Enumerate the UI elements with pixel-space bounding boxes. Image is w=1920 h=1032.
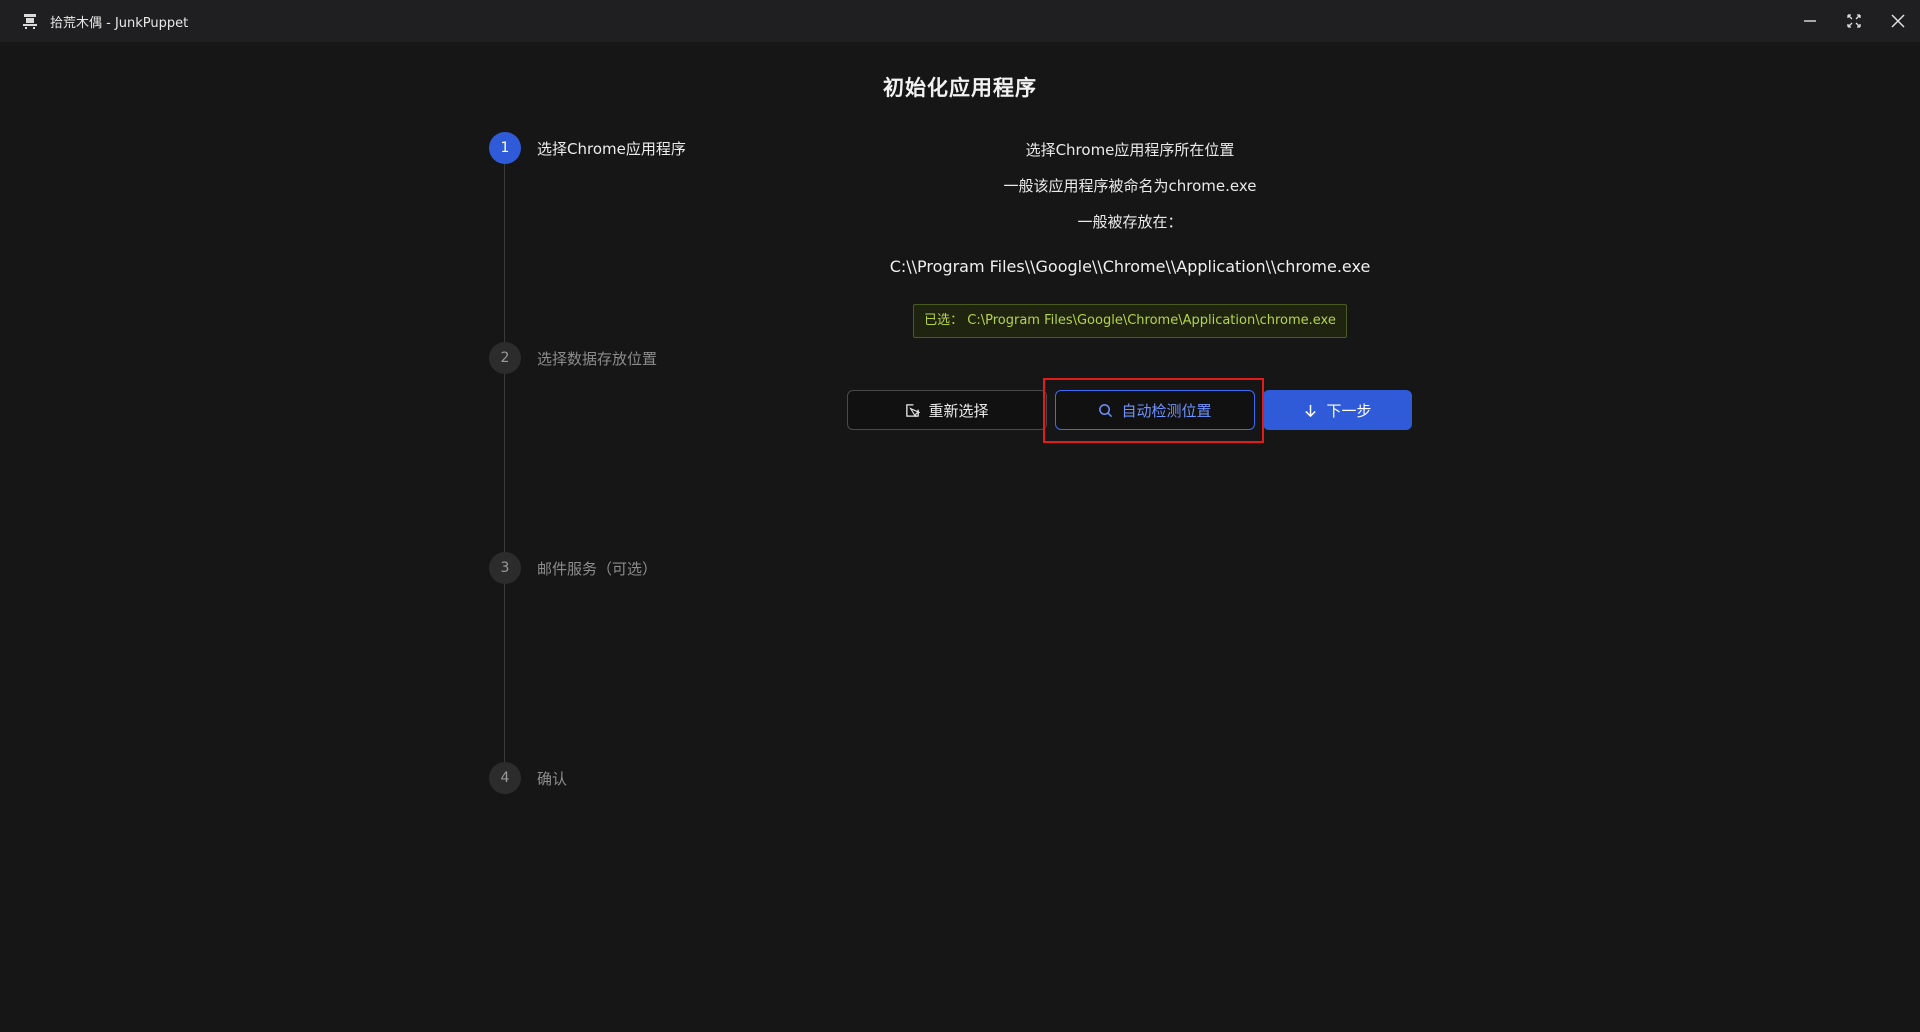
instruction-line-3: 一般被存放在： [1077,213,1183,231]
arrow-down-icon [1305,404,1317,417]
auto-detect-label: 自动检测位置 [1121,401,1212,420]
step-label: 确认 [537,769,568,788]
close-icon [1891,14,1905,28]
step-label: 邮件服务（可选） [537,559,658,578]
step-number: 4 [489,762,521,794]
maximize-icon [1847,14,1861,28]
instruction-line-2: 一般该应用程序被命名为chrome.exe [1003,177,1257,195]
puppet-logo-icon [23,14,37,29]
step-label: 选择数据存放位置 [537,349,658,368]
search-icon [1099,403,1113,417]
title-bar: 拾荒木偶 - JunkPuppet [0,0,1920,42]
step-2[interactable]: 2 选择数据存放位置 [489,342,657,374]
reselect-button[interactable]: 重新选择 [847,390,1047,430]
instruction-line-1: 选择Chrome应用程序所在位置 [1025,141,1235,159]
maximize-button[interactable] [1832,0,1876,42]
page-title: 初始化应用程序 [883,76,1037,100]
step-connector [504,374,505,552]
step-number: 2 [489,342,521,374]
step-label: 选择Chrome应用程序 [537,139,686,158]
minimize-icon [1804,20,1816,22]
window-title: 拾荒木偶 - JunkPuppet [50,16,189,31]
auto-detect-button[interactable]: 自动检测位置 [1055,390,1255,430]
next-button[interactable]: 下一步 [1263,390,1412,430]
close-button[interactable] [1876,0,1920,42]
minimize-button[interactable] [1788,0,1832,42]
select-cursor-icon [906,403,921,417]
step-1[interactable]: 1 选择Chrome应用程序 [489,132,686,164]
step-3[interactable]: 3 邮件服务（可选） [489,552,657,584]
next-label: 下一步 [1326,401,1372,420]
step-content: 选择Chrome应用程序所在位置 一般该应用程序被命名为chrome.exe 一… [820,136,1440,338]
step-connector [504,584,505,762]
steps-panel: 1 选择Chrome应用程序 2 选择数据存放位置 3 邮件服务（可选） 4 确… [489,132,749,812]
step-connector [504,164,505,342]
selected-path-badge: 已选： C:\Program Files\Google\Chrome\Appli… [913,304,1347,338]
step-4[interactable]: 4 确认 [489,762,567,794]
step-number: 3 [489,552,521,584]
reselect-label: 重新选择 [928,401,989,420]
step-number: 1 [489,132,521,164]
default-path: C:\\Program Files\\Google\\Chrome\\Appli… [889,257,1371,276]
